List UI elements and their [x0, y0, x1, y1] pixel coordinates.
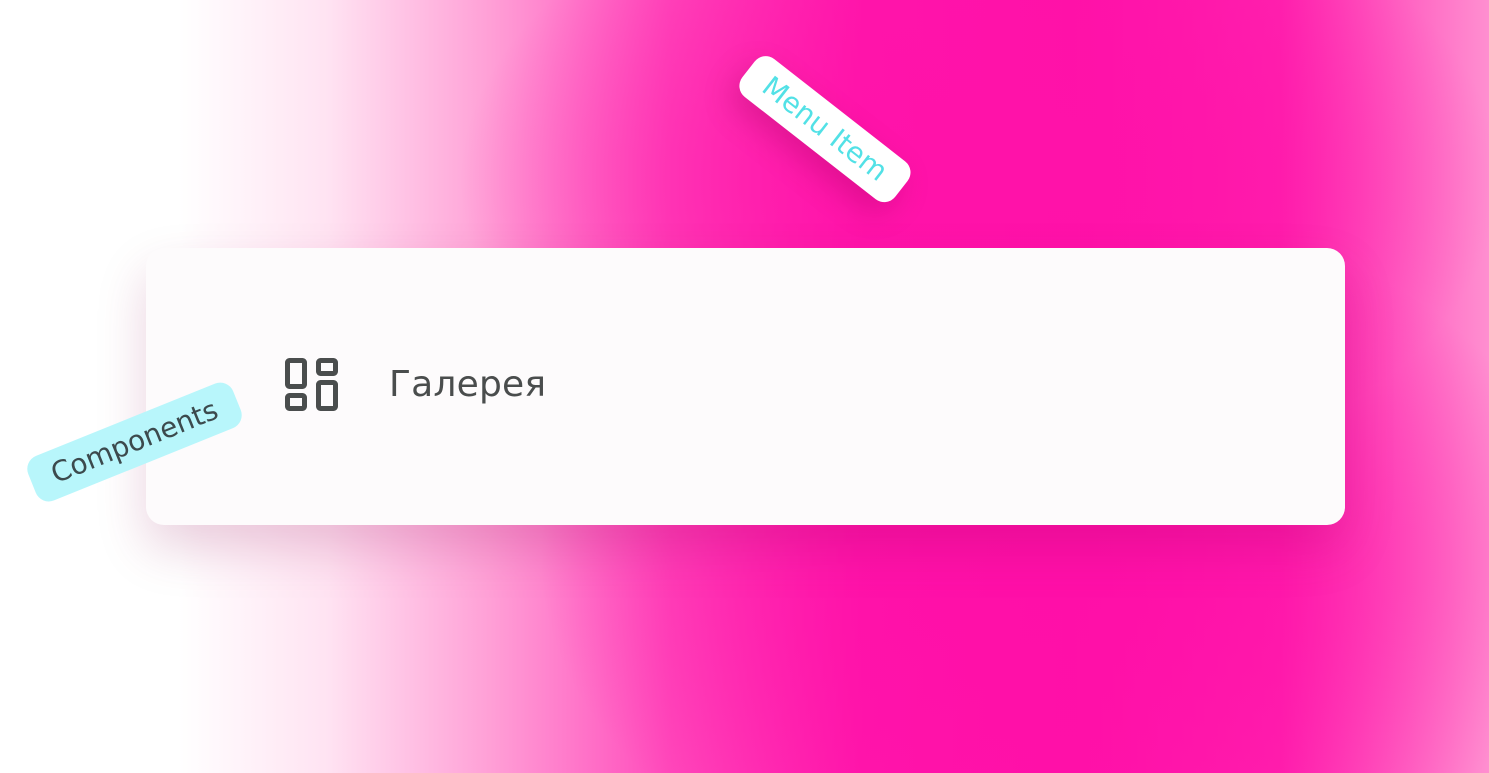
menu-item-label: Галерея [389, 363, 547, 405]
menu-card: Галерея [146, 248, 1345, 525]
dashboard-icon [285, 357, 338, 411]
menu-item-gallery[interactable]: Галерея [284, 354, 546, 414]
